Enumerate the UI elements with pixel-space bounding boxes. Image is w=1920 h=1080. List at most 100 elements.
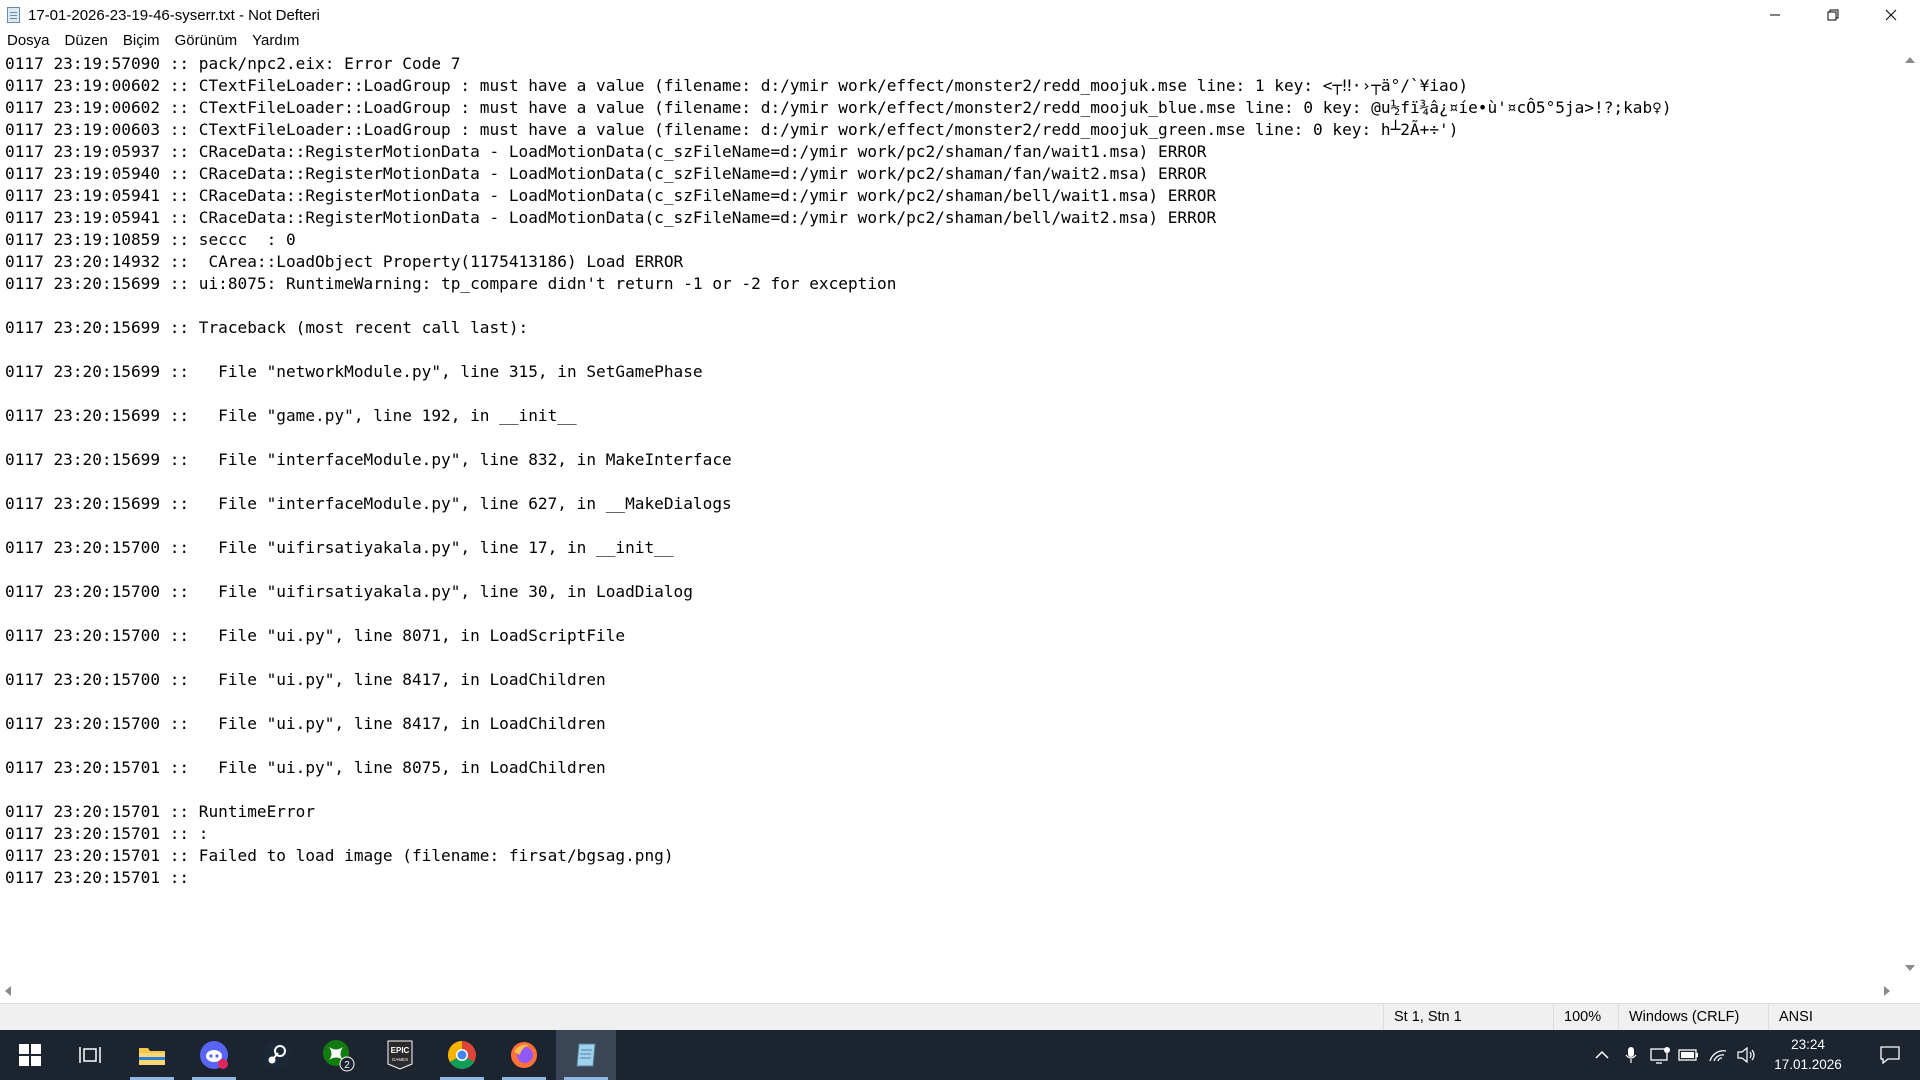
scroll-up-arrow-icon[interactable]	[1905, 57, 1915, 63]
text-editor[interactable]: 0117 23:19:57090 :: pack/npc2.eix: Error…	[0, 53, 1900, 981]
scroll-down-arrow-icon[interactable]	[1905, 965, 1915, 971]
epic-logo-subtext: GAMES	[392, 1057, 408, 1062]
restore-button[interactable]	[1804, 0, 1862, 30]
notepad-window: 17-01-2026-23-19-46-syserr.txt - Not Def…	[0, 0, 1920, 1031]
text-line: 0117 23:20:15699 :: File "game.py", line…	[5, 406, 577, 425]
xbox-badge-count: 2	[344, 1060, 350, 1071]
chevron-up-icon	[1595, 1050, 1609, 1059]
text-line: 0117 23:20:15699 :: File "networkModule.…	[5, 362, 703, 381]
task-view-icon	[79, 1047, 101, 1063]
text-line: 0117 23:20:15701 :: :	[5, 824, 209, 843]
window-controls	[1746, 0, 1920, 30]
text-line: 0117 23:20:15701 :: Failed to load image…	[5, 846, 674, 865]
microphone-tray[interactable]	[1619, 1030, 1643, 1080]
show-hidden-icons-button[interactable]	[1590, 1030, 1614, 1080]
chrome-icon	[448, 1041, 476, 1069]
xbox-icon: 2	[323, 1040, 355, 1072]
text-line: 0117 23:19:05941 :: CRaceData::RegisterM…	[5, 208, 1217, 227]
title-bar: 17-01-2026-23-19-46-syserr.txt - Not Def…	[0, 0, 1920, 30]
text-line	[5, 383, 1672, 405]
text-line: 0117 23:19:05940 :: CRaceData::RegisterM…	[5, 164, 1207, 183]
text-content[interactable]: 0117 23:19:57090 :: pack/npc2.eix: Error…	[5, 53, 1672, 889]
network-status-tray[interactable]	[1648, 1030, 1672, 1080]
notepad-icon	[576, 1043, 596, 1067]
text-line: 0117 23:20:15701 :: RuntimeError	[5, 802, 316, 821]
close-icon	[1885, 9, 1897, 21]
text-line: 0117 23:20:15700 :: File "ui.py", line 8…	[5, 626, 626, 645]
text-line	[5, 647, 1672, 669]
text-line: 0117 23:19:57090 :: pack/npc2.eix: Error…	[5, 54, 461, 73]
battery-tray[interactable]	[1677, 1030, 1701, 1080]
action-center-button[interactable]	[1866, 1030, 1914, 1080]
clock-date: 17.01.2026	[1774, 1057, 1842, 1072]
text-line	[5, 559, 1672, 581]
steam-icon	[262, 1041, 290, 1069]
text-line: 0117 23:19:00602 :: CTextFileLoader::Loa…	[5, 76, 1469, 95]
encoding: ANSI	[1768, 1004, 1920, 1031]
taskbar-firefox[interactable]	[494, 1030, 554, 1080]
text-line: 0117 23:20:15699 :: Traceback (most rece…	[5, 318, 529, 337]
wifi-icon	[1709, 1050, 1727, 1062]
taskbar-epic-games[interactable]: EPIC GAMES	[370, 1030, 430, 1080]
taskbar-discord[interactable]	[184, 1030, 244, 1080]
taskbar-notepad[interactable]	[556, 1030, 616, 1080]
text-line: 0117 23:20:15701 ::	[5, 868, 199, 887]
wifi-tray[interactable]	[1706, 1030, 1730, 1080]
close-button[interactable]	[1862, 0, 1920, 30]
windows-logo-icon	[19, 1044, 41, 1066]
text-line	[5, 779, 1672, 801]
menu-file[interactable]: Dosya	[0, 30, 58, 52]
menu-format[interactable]: Biçim	[116, 30, 168, 52]
text-line	[5, 603, 1672, 625]
window-title: 17-01-2026-23-19-46-syserr.txt - Not Def…	[28, 6, 320, 24]
taskbar-xbox[interactable]: 2	[308, 1030, 368, 1080]
discord-icon	[200, 1041, 228, 1069]
text-line: 0117 23:19:10859 :: seccc : 0	[5, 230, 296, 249]
text-line: 0117 23:20:15699 :: File "interfaceModul…	[5, 494, 732, 513]
text-line: 0117 23:20:15700 :: File "ui.py", line 8…	[5, 714, 606, 733]
task-view-button[interactable]	[60, 1030, 120, 1080]
text-line: 0117 23:20:15700 :: File "ui.py", line 8…	[5, 670, 606, 689]
minimize-icon	[1770, 14, 1780, 16]
text-line: 0117 23:19:05937 :: CRaceData::RegisterM…	[5, 142, 1207, 161]
text-line	[5, 471, 1672, 493]
taskbar-chrome[interactable]	[432, 1030, 492, 1080]
vertical-scrollbar[interactable]	[1900, 53, 1920, 981]
text-line: 0117 23:20:15700 :: File "uifirsatiyakal…	[5, 582, 693, 601]
text-line: 0117 23:19:05941 :: CRaceData::RegisterM…	[5, 186, 1217, 205]
text-line	[5, 427, 1672, 449]
status-bar: St 1, Stn 1 100% Windows (CRLF) ANSI	[0, 1003, 1920, 1031]
menu-help[interactable]: Yardım	[245, 30, 307, 52]
taskbar-steam[interactable]	[246, 1030, 306, 1080]
menu-bar: Dosya Düzen Biçim Görünüm Yardım	[0, 30, 1920, 52]
epic-logo-text: EPIC	[391, 1046, 410, 1055]
horizontal-scrollbar[interactable]	[0, 981, 1900, 1001]
menu-view[interactable]: Görünüm	[168, 30, 246, 52]
text-line: 0117 23:20:15699 :: File "interfaceModul…	[5, 450, 732, 469]
menu-edit[interactable]: Düzen	[58, 30, 116, 52]
volume-tray[interactable]	[1735, 1030, 1759, 1080]
firefox-icon	[511, 1042, 537, 1068]
zoom-level: 100%	[1553, 1004, 1623, 1031]
start-button[interactable]	[0, 1030, 60, 1080]
scroll-left-arrow-icon[interactable]	[5, 986, 11, 996]
restore-icon	[1827, 9, 1839, 21]
text-line: 0117 23:20:15700 :: File "uifirsatiyakal…	[5, 538, 674, 557]
taskbar-file-explorer[interactable]	[122, 1030, 182, 1080]
clock-time: 23:24	[1791, 1037, 1825, 1052]
scroll-right-arrow-icon[interactable]	[1884, 986, 1890, 996]
microphone-icon	[1625, 1047, 1637, 1063]
text-line: 0117 23:19:00602 :: CTextFileLoader::Loa…	[5, 98, 1672, 117]
folder-icon	[139, 1048, 165, 1065]
line-ending: Windows (CRLF)	[1618, 1004, 1773, 1031]
battery-icon	[1678, 1049, 1698, 1061]
system-clock[interactable]: 23:24 17.01.2026	[1758, 1035, 1858, 1075]
text-line	[5, 339, 1672, 361]
display-icon	[1650, 1047, 1670, 1064]
text-line	[5, 295, 1672, 317]
text-line	[5, 515, 1672, 537]
notification-icon	[1880, 1046, 1900, 1064]
minimize-button[interactable]	[1746, 0, 1804, 30]
notepad-app-icon[interactable]	[6, 6, 22, 24]
text-line: 0117 23:20:15699 :: ui:8075: RuntimeWarn…	[5, 274, 897, 293]
